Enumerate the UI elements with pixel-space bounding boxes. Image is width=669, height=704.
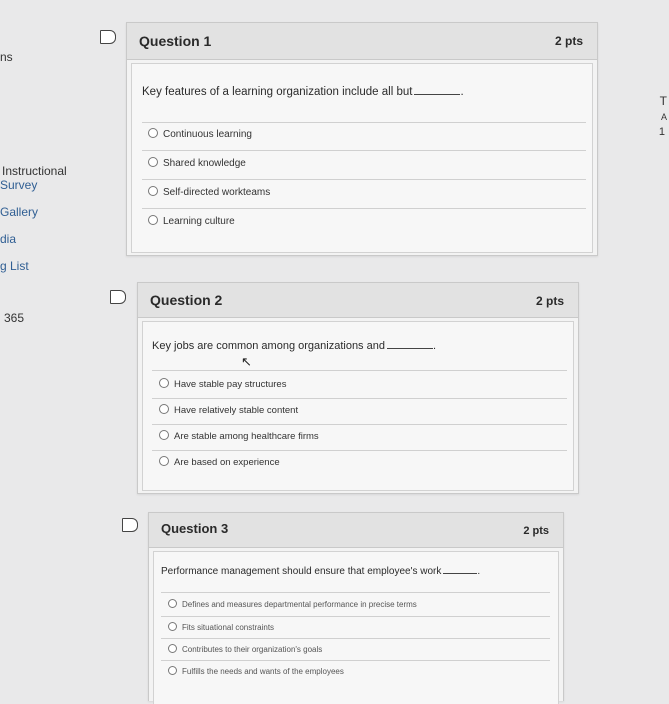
answer-option[interactable]: Learning culture	[148, 215, 235, 227]
course-nav-sidebar: ns Instructional Survey Gallery dia g Li…	[0, 0, 110, 700]
question-text: Key features of a learning organization …	[142, 86, 464, 98]
question-points: 2 pts	[535, 294, 564, 308]
divider	[161, 638, 550, 639]
mouse-cursor-icon: ↖	[241, 354, 252, 369]
radio-button[interactable]	[159, 430, 169, 440]
radio-button[interactable]	[159, 456, 169, 466]
answer-option[interactable]: Have relatively stable content	[159, 404, 298, 416]
divider	[142, 122, 586, 123]
answer-option[interactable]: Defines and measures departmental perfor…	[168, 599, 417, 609]
question-body: Key jobs are common among organizations …	[142, 321, 574, 491]
sidebar-item-fragment[interactable]: ns	[0, 50, 13, 64]
radio-button[interactable]	[148, 157, 158, 167]
divider	[152, 424, 567, 425]
question-header: Question 1 2 pts	[127, 23, 597, 60]
question-points: 2 pts	[554, 34, 583, 48]
radio-button[interactable]	[168, 622, 177, 631]
question-text: Performance management should ensure tha…	[161, 566, 481, 577]
sidebar-item-365[interactable]: 365	[4, 311, 24, 325]
radio-button[interactable]	[159, 404, 169, 414]
radio-button[interactable]	[168, 666, 177, 675]
question-title: Question 1	[139, 33, 212, 49]
sidebar-item-survey[interactable]: Survey	[0, 178, 37, 192]
right-panel-fragment: T	[659, 94, 667, 108]
answer-option[interactable]: Fulfills the needs and wants of the empl…	[168, 666, 344, 676]
divider	[142, 150, 586, 151]
question-points: 2 pts	[523, 525, 549, 537]
answer-option[interactable]: Have stable pay structures	[159, 378, 286, 390]
answer-option[interactable]: Are based on experience	[159, 456, 280, 468]
sidebar-item-list[interactable]: g List	[0, 259, 29, 273]
sidebar-item-gallery[interactable]: Gallery	[0, 205, 38, 219]
question-body: Key features of a learning organization …	[131, 63, 593, 253]
right-panel-fragment: 1	[658, 126, 665, 138]
radio-button[interactable]	[168, 644, 177, 653]
right-panel-fragment: A	[660, 112, 667, 122]
answer-option[interactable]: Contributes to their organization's goal…	[168, 644, 322, 654]
sidebar-item-instructional[interactable]: Instructional	[2, 164, 67, 178]
flag-question-icon[interactable]	[122, 518, 138, 532]
answer-option[interactable]: Self-directed workteams	[148, 186, 270, 198]
question-header: Question 3 2 pts	[149, 513, 563, 548]
sidebar-item-media[interactable]: dia	[0, 232, 16, 246]
question-text: Key jobs are common among organizations …	[152, 340, 437, 352]
question-title: Question 2	[150, 292, 223, 308]
question-card: Question 3 2 pts Performance management …	[148, 512, 564, 704]
answer-option[interactable]: Shared knowledge	[148, 157, 246, 169]
divider	[152, 398, 567, 399]
divider	[152, 450, 567, 451]
divider	[161, 592, 550, 593]
question-title: Question 3	[161, 521, 229, 536]
divider	[161, 660, 550, 661]
answer-option[interactable]: Continuous learning	[148, 128, 252, 140]
question-header: Question 2 2 pts	[138, 283, 578, 318]
radio-button[interactable]	[148, 215, 158, 225]
divider	[152, 370, 567, 371]
answer-option[interactable]: Are stable among healthcare firms	[159, 430, 319, 442]
flag-question-icon[interactable]	[100, 30, 116, 44]
divider	[142, 208, 586, 209]
question-card: Question 2 2 pts Key jobs are common amo…	[137, 282, 579, 494]
divider	[161, 616, 550, 617]
radio-button[interactable]	[168, 599, 177, 608]
question-card: Question 1 2 pts Key features of a learn…	[126, 22, 598, 256]
radio-button[interactable]	[159, 378, 169, 388]
radio-button[interactable]	[148, 128, 158, 138]
divider	[142, 179, 586, 180]
radio-button[interactable]	[148, 186, 158, 196]
flag-question-icon[interactable]	[110, 290, 126, 304]
question-body: Performance management should ensure tha…	[153, 551, 559, 704]
answer-option[interactable]: Fits situational constraints	[168, 622, 274, 632]
